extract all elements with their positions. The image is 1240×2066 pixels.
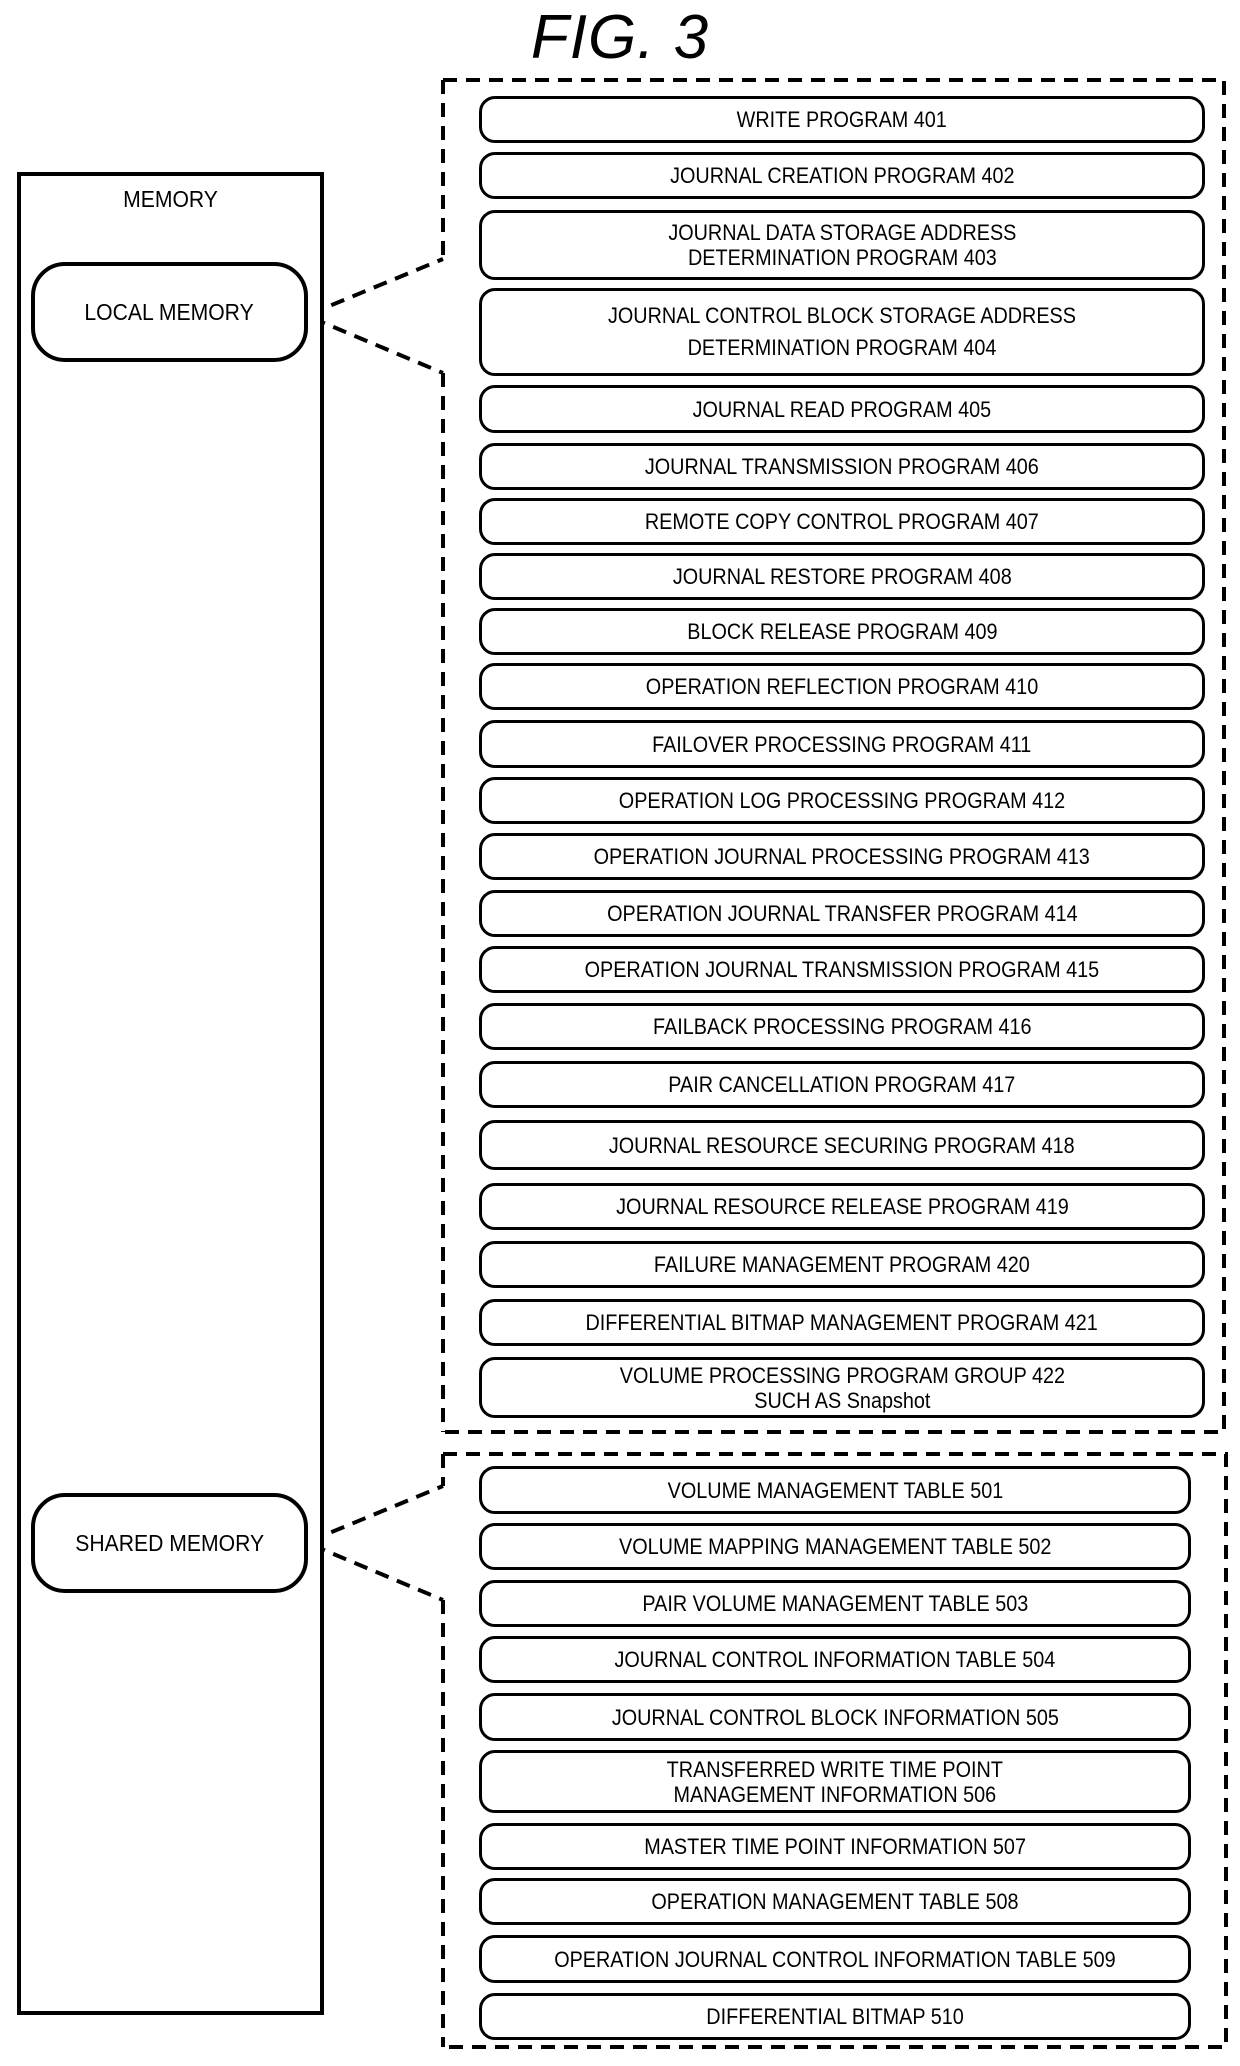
- program-box-label: PAIR CANCELLATION PROGRAM 417: [668, 1072, 1016, 1097]
- program-box-label: JOURNAL CREATION PROGRAM 402: [669, 163, 1015, 188]
- program-box-409[interactable]: BLOCK RELEASE PROGRAM 409: [479, 608, 1205, 655]
- table-box-label: TRANSFERRED WRITE TIME POINT MANAGEMENT …: [666, 1756, 1004, 1807]
- table-box-504[interactable]: JOURNAL CONTROL INFORMATION TABLE 504: [479, 1636, 1191, 1683]
- program-box-label: JOURNAL RESOURCE RELEASE PROGRAM 419: [615, 1194, 1069, 1219]
- program-box-401[interactable]: WRITE PROGRAM 401: [479, 96, 1205, 143]
- program-box-412[interactable]: OPERATION LOG PROCESSING PROGRAM 412: [479, 777, 1205, 824]
- shared-memory-region[interactable]: SHARED MEMORY: [31, 1493, 308, 1593]
- program-box-404[interactable]: JOURNAL CONTROL BLOCK STORAGE ADDRESS DE…: [479, 288, 1205, 376]
- program-box-405[interactable]: JOURNAL READ PROGRAM 405: [479, 385, 1205, 433]
- program-box-418[interactable]: JOURNAL RESOURCE SECURING PROGRAM 418: [479, 1120, 1205, 1170]
- local-funnel-line-upper: [309, 257, 444, 316]
- table-box-506[interactable]: TRANSFERRED WRITE TIME POINT MANAGEMENT …: [479, 1750, 1191, 1813]
- program-box-label: OPERATION LOG PROCESSING PROGRAM 412: [618, 788, 1066, 813]
- program-box-label: DIFFERENTIAL BITMAP MANAGEMENT PROGRAM 4…: [585, 1310, 1099, 1335]
- program-box-label: REMOTE COPY CONTROL PROGRAM 407: [645, 509, 1039, 534]
- table-box-502[interactable]: VOLUME MAPPING MANAGEMENT TABLE 502: [479, 1523, 1191, 1570]
- table-box-label: JOURNAL CONTROL BLOCK INFORMATION 505: [611, 1704, 1059, 1730]
- program-box-label: OPERATION JOURNAL PROCESSING PROGRAM 413: [593, 844, 1091, 869]
- memory-label: MEMORY: [123, 186, 218, 212]
- program-box-403[interactable]: JOURNAL DATA STORAGE ADDRESS DETERMINATI…: [479, 210, 1205, 280]
- shared-funnel-line-upper: [309, 1484, 444, 1543]
- program-box-422[interactable]: VOLUME PROCESSING PROGRAM GROUP 422 SUCH…: [479, 1357, 1205, 1418]
- local-memory-region[interactable]: LOCAL MEMORY: [31, 262, 308, 362]
- program-box-421[interactable]: DIFFERENTIAL BITMAP MANAGEMENT PROGRAM 4…: [479, 1299, 1205, 1346]
- program-box-419[interactable]: JOURNAL RESOURCE RELEASE PROGRAM 419: [479, 1183, 1205, 1230]
- table-box-label: JOURNAL CONTROL INFORMATION TABLE 504: [614, 1647, 1056, 1672]
- table-box-label: VOLUME MAPPING MANAGEMENT TABLE 502: [618, 1534, 1052, 1559]
- program-box-414[interactable]: OPERATION JOURNAL TRANSFER PROGRAM 414: [479, 890, 1205, 937]
- program-box-label: JOURNAL CONTROL BLOCK STORAGE ADDRESS DE…: [608, 303, 1076, 360]
- program-box-407[interactable]: REMOTE COPY CONTROL PROGRAM 407: [479, 498, 1205, 545]
- local-funnel-line-lower: [311, 316, 444, 375]
- shared-funnel-line-lower: [311, 1543, 444, 1602]
- local-memory-funnel: [309, 257, 444, 375]
- program-box-410[interactable]: OPERATION REFLECTION PROGRAM 410: [479, 663, 1205, 710]
- program-box-label: OPERATION REFLECTION PROGRAM 410: [645, 674, 1039, 699]
- program-box-label: FAILOVER PROCESSING PROGRAM 411: [652, 731, 1032, 757]
- program-box-label: FAILURE MANAGEMENT PROGRAM 420: [654, 1252, 1030, 1277]
- program-box-420[interactable]: FAILURE MANAGEMENT PROGRAM 420: [479, 1241, 1205, 1288]
- table-box-507[interactable]: MASTER TIME POINT INFORMATION 507: [479, 1823, 1191, 1870]
- table-box-509[interactable]: OPERATION JOURNAL CONTROL INFORMATION TA…: [479, 1935, 1191, 1983]
- table-box-label: OPERATION JOURNAL CONTROL INFORMATION TA…: [554, 1946, 1116, 1972]
- table-box-508[interactable]: OPERATION MANAGEMENT TABLE 508: [479, 1878, 1191, 1925]
- figure-title: FIG. 3: [530, 3, 710, 72]
- program-box-416[interactable]: FAILBACK PROCESSING PROGRAM 416: [479, 1003, 1205, 1050]
- table-box-label: OPERATION MANAGEMENT TABLE 508: [651, 1889, 1019, 1914]
- memory-block: [17, 172, 324, 2015]
- table-box-510[interactable]: DIFFERENTIAL BITMAP 510: [479, 1993, 1191, 2040]
- program-box-402[interactable]: JOURNAL CREATION PROGRAM 402: [479, 152, 1205, 199]
- table-box-503[interactable]: PAIR VOLUME MANAGEMENT TABLE 503: [479, 1580, 1191, 1627]
- program-box-label: BLOCK RELEASE PROGRAM 409: [686, 619, 998, 644]
- table-box-501[interactable]: VOLUME MANAGEMENT TABLE 501: [479, 1466, 1191, 1514]
- program-box-415[interactable]: OPERATION JOURNAL TRANSMISSION PROGRAM 4…: [479, 946, 1205, 993]
- table-box-505[interactable]: JOURNAL CONTROL BLOCK INFORMATION 505: [479, 1693, 1191, 1741]
- shared-memory-funnel: [309, 1484, 444, 1602]
- program-box-411[interactable]: FAILOVER PROCESSING PROGRAM 411: [479, 720, 1205, 768]
- table-box-label: PAIR VOLUME MANAGEMENT TABLE 503: [642, 1591, 1028, 1616]
- table-box-label: MASTER TIME POINT INFORMATION 507: [644, 1834, 1026, 1859]
- program-box-406[interactable]: JOURNAL TRANSMISSION PROGRAM 406: [479, 443, 1205, 490]
- program-box-label: FAILBACK PROCESSING PROGRAM 416: [652, 1014, 1032, 1039]
- program-box-408[interactable]: JOURNAL RESTORE PROGRAM 408: [479, 553, 1205, 600]
- program-box-label: JOURNAL RESOURCE SECURING PROGRAM 418: [609, 1132, 1075, 1158]
- table-box-label: DIFFERENTIAL BITMAP 510: [706, 2004, 964, 2029]
- program-box-label: JOURNAL DATA STORAGE ADDRESS DETERMINATI…: [667, 220, 1017, 270]
- program-box-label: OPERATION JOURNAL TRANSMISSION PROGRAM 4…: [584, 957, 1100, 982]
- program-box-label: JOURNAL RESTORE PROGRAM 408: [672, 564, 1012, 589]
- program-box-417[interactable]: PAIR CANCELLATION PROGRAM 417: [479, 1061, 1205, 1108]
- program-box-label: JOURNAL TRANSMISSION PROGRAM 406: [645, 454, 1039, 479]
- shared-memory-label: SHARED MEMORY: [75, 1529, 264, 1556]
- local-memory-label: LOCAL MEMORY: [84, 298, 255, 325]
- program-box-label: WRITE PROGRAM 401: [736, 107, 948, 132]
- program-box-label: OPERATION JOURNAL TRANSFER PROGRAM 414: [606, 901, 1078, 926]
- program-box-label: JOURNAL READ PROGRAM 405: [692, 396, 992, 422]
- table-box-label: VOLUME MANAGEMENT TABLE 501: [667, 1477, 1003, 1503]
- program-box-413[interactable]: OPERATION JOURNAL PROCESSING PROGRAM 413: [479, 833, 1205, 880]
- program-box-label: VOLUME PROCESSING PROGRAM GROUP 422 SUCH…: [619, 1362, 1065, 1413]
